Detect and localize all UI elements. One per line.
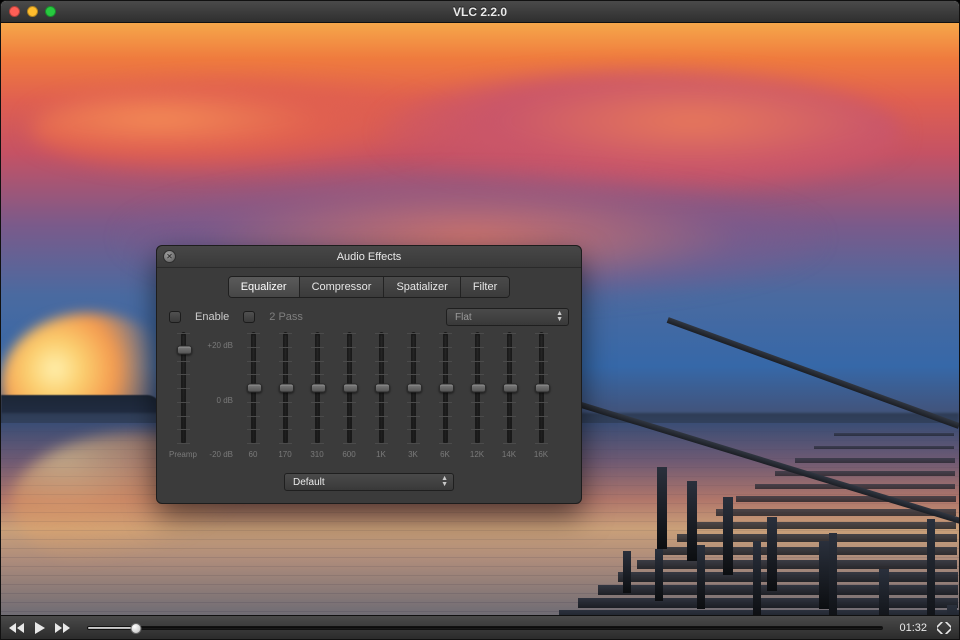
rewind-button[interactable]	[9, 623, 25, 633]
band-label: 170	[278, 450, 291, 459]
scale-label: 0 dB	[199, 396, 233, 405]
band-label: 310	[310, 450, 323, 459]
fullscreen-button[interactable]	[937, 622, 951, 634]
player-controls: 01:32	[1, 615, 959, 639]
enable-label: Enable	[195, 311, 229, 323]
slider-knob[interactable]	[343, 384, 358, 393]
preset-top-dropdown[interactable]: Flat ▲▼	[446, 308, 569, 326]
slider-knob[interactable]	[471, 384, 486, 393]
band-label: 1K	[376, 450, 386, 459]
band-slider-14k[interactable]: 14K	[493, 332, 525, 459]
tab-filter[interactable]: Filter	[461, 277, 509, 297]
two-pass-label: 2 Pass	[269, 311, 303, 323]
app-window: VLC 2.2.0 ✕ Audio Effects EqualizerCompr…	[0, 0, 960, 640]
slider-knob[interactable]	[279, 384, 294, 393]
band-label: 16K	[534, 450, 548, 459]
panel-title: Audio Effects	[337, 251, 402, 263]
slider-knob[interactable]	[247, 384, 262, 393]
two-pass-checkbox[interactable]	[243, 311, 255, 323]
band-slider-1k[interactable]: 1K	[365, 332, 397, 459]
slider-knob[interactable]	[177, 345, 192, 354]
window-title: VLC 2.2.0	[1, 5, 959, 19]
audio-effects-panel: ✕ Audio Effects EqualizerCompressorSpati…	[156, 245, 582, 504]
preamp-label: Preamp	[169, 450, 197, 459]
band-slider-16k[interactable]: 16K	[525, 332, 557, 459]
band-label: 14K	[502, 450, 516, 459]
slider-knob[interactable]	[503, 384, 518, 393]
slider-knob[interactable]	[407, 384, 422, 393]
play-button[interactable]	[35, 622, 45, 634]
band-slider-3k[interactable]: 3K	[397, 332, 429, 459]
dock-structure	[529, 423, 959, 615]
chevron-updown-icon: ▲▼	[556, 311, 562, 323]
progress-bar[interactable]	[87, 626, 883, 630]
forward-button[interactable]	[55, 623, 71, 633]
preamp-slider[interactable]: Preamp	[167, 332, 199, 459]
enable-checkbox[interactable]	[169, 311, 181, 323]
preset-top-value: Flat	[455, 312, 472, 323]
tab-equalizer[interactable]: Equalizer	[229, 277, 300, 297]
band-slider-6k[interactable]: 6K	[429, 332, 461, 459]
tab-compressor[interactable]: Compressor	[300, 277, 385, 297]
band-label: 60	[249, 450, 258, 459]
progress-handle[interactable]	[130, 623, 141, 634]
band-slider-600[interactable]: 600	[333, 332, 365, 459]
band-slider-170[interactable]: 170	[269, 332, 301, 459]
band-slider-60[interactable]: 60	[237, 332, 269, 459]
chevron-updown-icon: ▲▼	[441, 476, 447, 488]
video-area[interactable]: ✕ Audio Effects EqualizerCompressorSpati…	[1, 23, 959, 615]
panel-title-bar[interactable]: ✕ Audio Effects	[157, 246, 581, 268]
band-label: 6K	[440, 450, 450, 459]
title-bar: VLC 2.2.0	[1, 1, 959, 23]
scale-label: +20 dB	[199, 341, 233, 350]
slider-knob[interactable]	[439, 384, 454, 393]
preset-bottom-value: Default	[293, 477, 325, 488]
panel-close-button[interactable]: ✕	[163, 250, 176, 263]
scale-label: -20 dB	[199, 450, 233, 459]
panel-tabs: EqualizerCompressorSpatializerFilter	[228, 276, 511, 298]
time-display: 01:32	[899, 622, 927, 634]
preset-bottom-dropdown[interactable]: Default ▲▼	[284, 473, 454, 491]
band-slider-310[interactable]: 310	[301, 332, 333, 459]
slider-knob[interactable]	[311, 384, 326, 393]
band-label: 3K	[408, 450, 418, 459]
band-label: 12K	[470, 450, 484, 459]
band-slider-12k[interactable]: 12K	[461, 332, 493, 459]
tab-spatializer[interactable]: Spatializer	[384, 277, 460, 297]
band-label: 600	[342, 450, 355, 459]
equalizer-sliders: Preamp +20 dB 0 dB -20 dB 60 170 310 600 1K 3K 6K 1…	[167, 332, 571, 459]
slider-knob[interactable]	[535, 384, 550, 393]
slider-knob[interactable]	[375, 384, 390, 393]
